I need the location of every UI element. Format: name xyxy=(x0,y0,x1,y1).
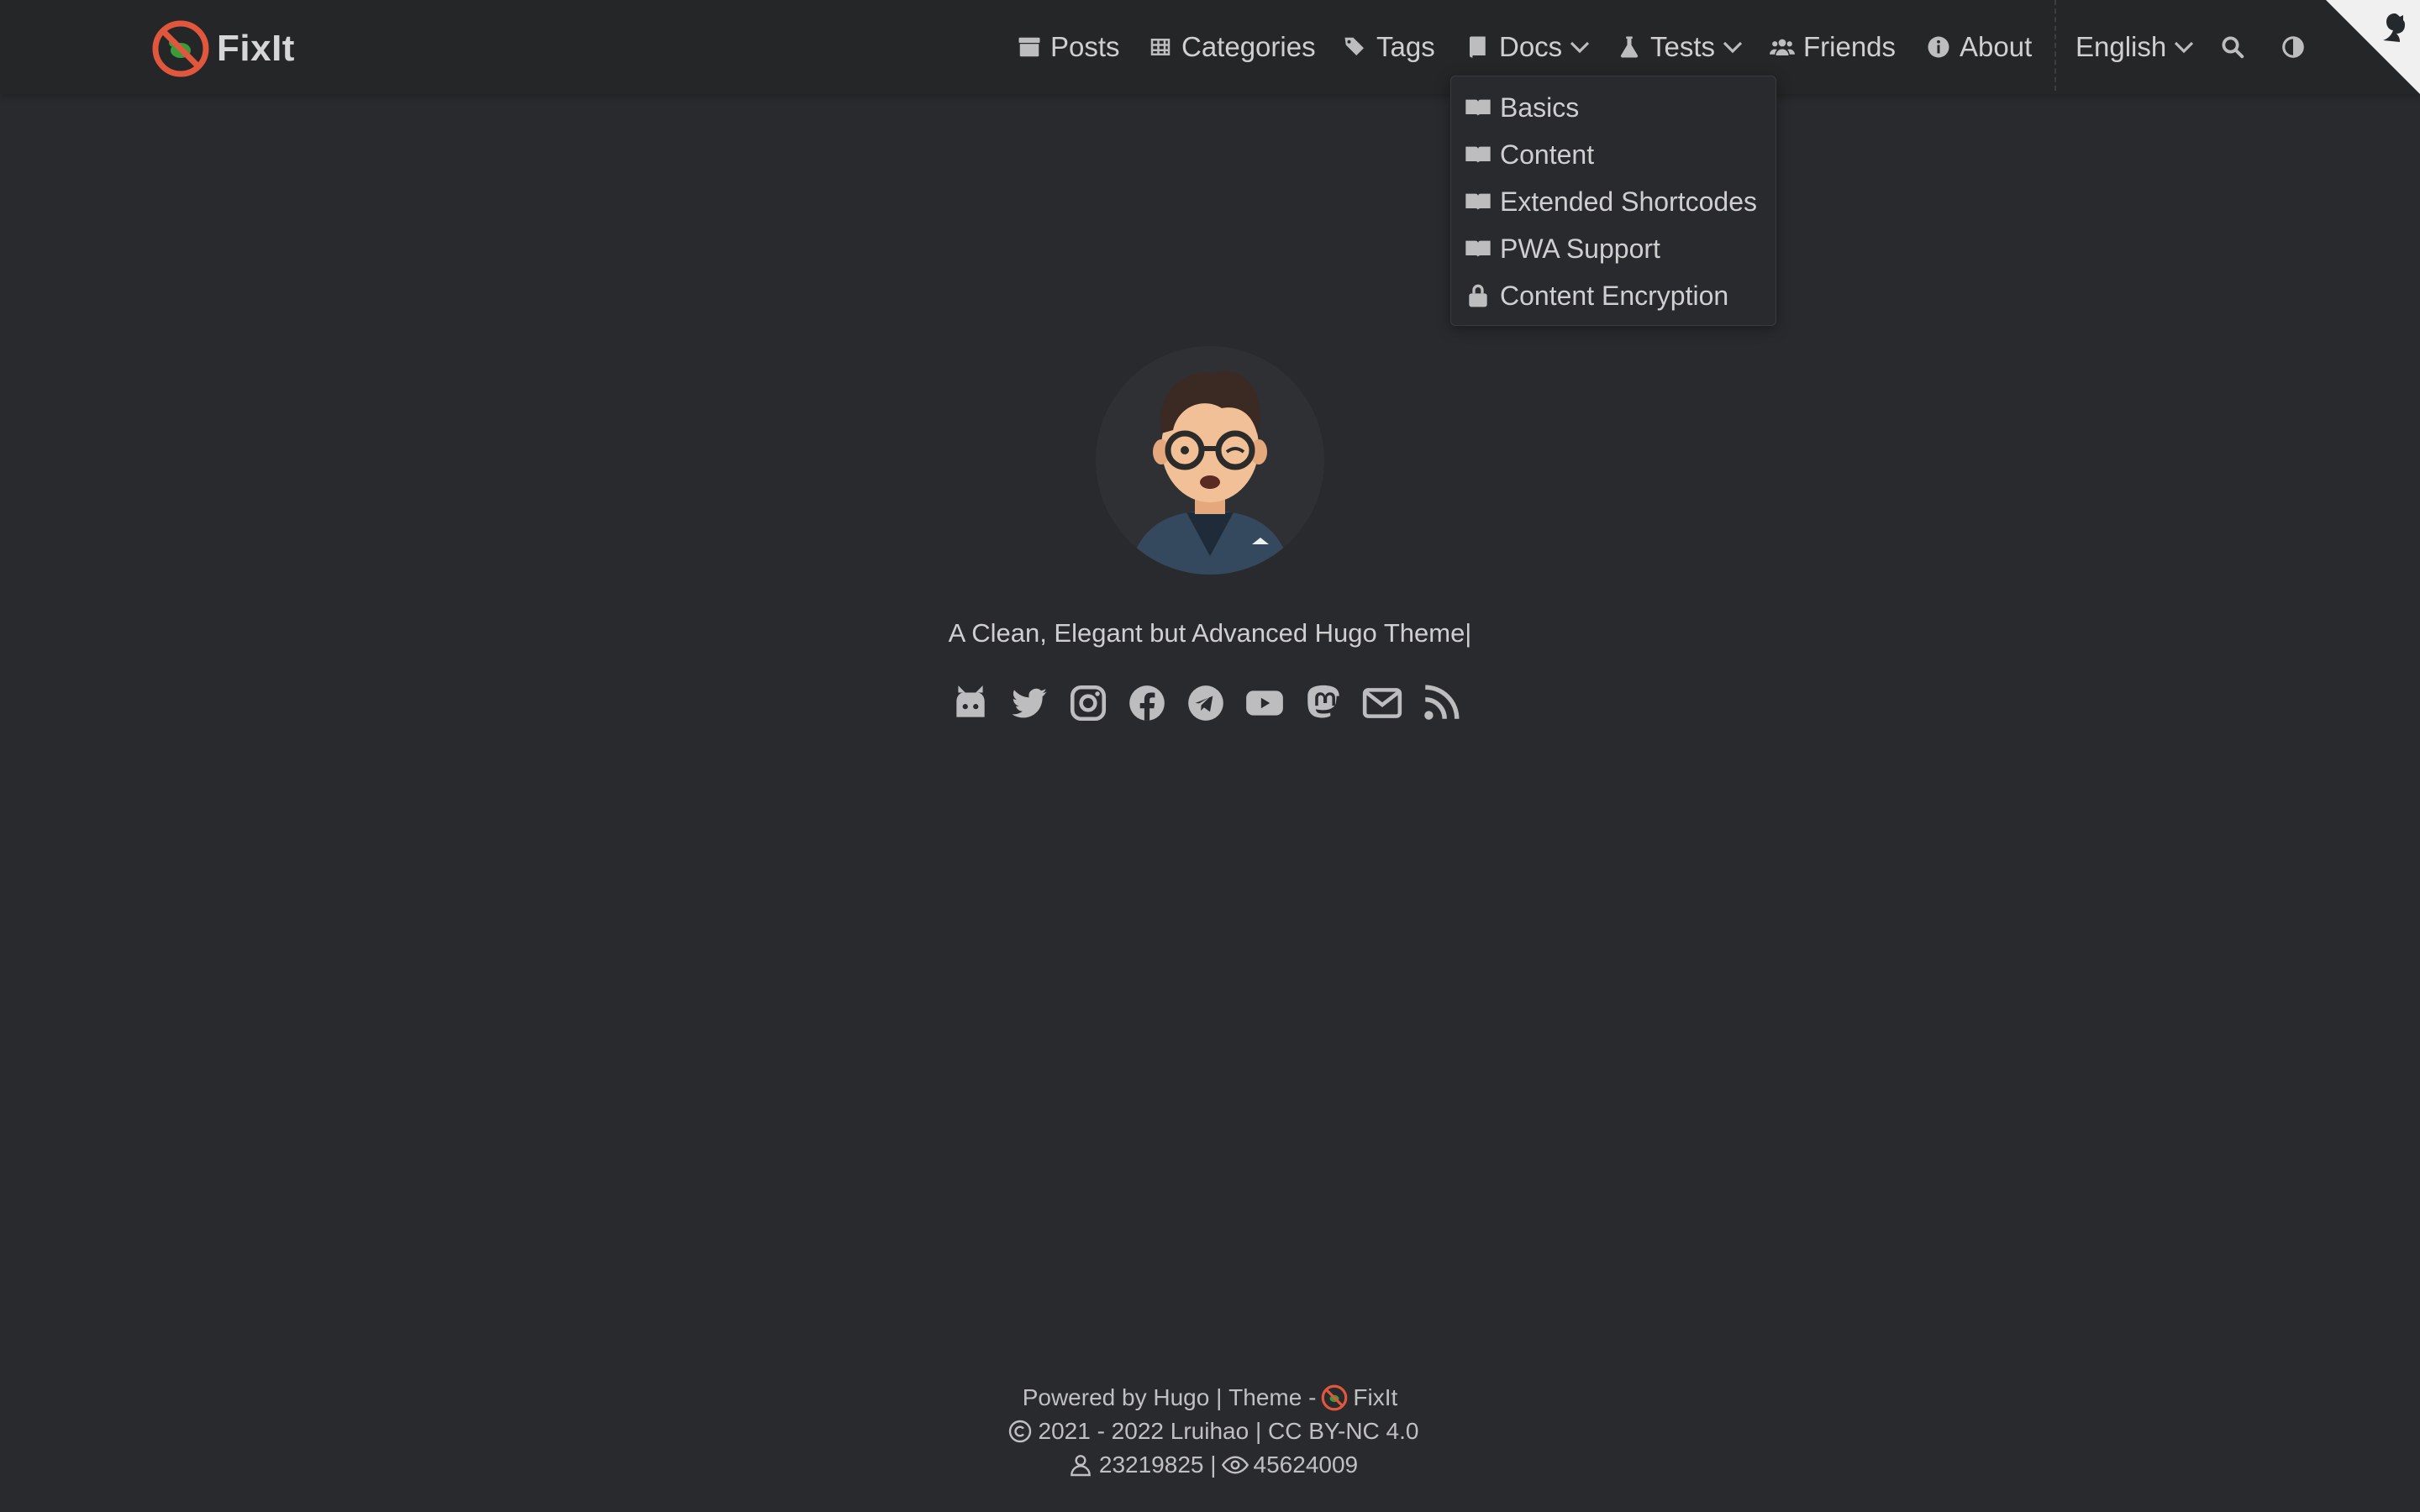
footer-copyright-line: 2021 - 2022 Lruihao | CC BY-NC 4.0 xyxy=(0,1418,2420,1445)
footer-copyright-years: 2021 - 2022 xyxy=(1038,1418,1164,1444)
social-email[interactable] xyxy=(1361,682,1403,724)
info-circle-icon xyxy=(1928,36,1949,58)
facebook-icon xyxy=(1129,685,1165,721)
footer-author-link[interactable]: Lruihao xyxy=(1171,1418,1249,1445)
docs-menu-item-pwa-support[interactable]: PWA Support xyxy=(1465,228,1660,270)
search-icon xyxy=(2222,36,2244,59)
footer-separator: | xyxy=(1210,1452,1217,1478)
rss-icon xyxy=(1424,685,1460,720)
docs-menu-item-content-encryption[interactable]: Content Encryption xyxy=(1465,275,1728,317)
language-label: English xyxy=(2075,31,2167,62)
social-youtube[interactable] xyxy=(1244,682,1286,724)
footer-license-link[interactable]: CC BY-NC 4.0 xyxy=(1268,1418,1418,1445)
social-rss[interactable] xyxy=(1420,682,1462,724)
docs-menu-label: Basics xyxy=(1500,92,1580,123)
nav-divider xyxy=(2054,0,2056,91)
search-button[interactable] xyxy=(2220,25,2254,69)
nav-categories-label: Categories xyxy=(1181,31,1316,62)
docs-menu-item-content[interactable]: Content xyxy=(1465,134,1594,176)
social-mastodon[interactable] xyxy=(1302,682,1344,724)
email-icon xyxy=(1362,688,1402,718)
social-twitter[interactable] xyxy=(1008,682,1050,724)
site-header: FixIt Posts Categories Tags Docs Tests F… xyxy=(0,0,2420,94)
social-github[interactable] xyxy=(950,682,992,724)
twitter-icon xyxy=(1012,688,1047,718)
nav-posts-label: Posts xyxy=(1050,31,1120,62)
lock-icon xyxy=(1469,284,1487,307)
footer-powered-by: Powered by xyxy=(1022,1384,1147,1410)
site-title: FixIt xyxy=(217,28,295,69)
nav-tests[interactable]: Tests xyxy=(1617,25,1754,69)
archive-icon xyxy=(1018,37,1040,57)
avatar xyxy=(1096,346,1324,575)
docs-menu-label: PWA Support xyxy=(1500,233,1660,264)
nav-docs-label: Docs xyxy=(1499,31,1563,62)
docs-menu-label: Extended Shortcodes xyxy=(1500,186,1757,217)
site-logo[interactable]: FixIt xyxy=(151,20,295,77)
nav-docs[interactable]: Docs xyxy=(1465,25,1601,69)
theme-toggle-button[interactable] xyxy=(2281,25,2314,69)
docs-menu-item-extended-shortcodes[interactable]: Extended Shortcodes xyxy=(1465,181,1757,223)
flask-icon xyxy=(1620,36,1639,58)
youtube-icon xyxy=(1246,690,1283,716)
eye-icon xyxy=(1221,1456,1249,1474)
nav-friends-label: Friends xyxy=(1803,31,1897,62)
nav-posts[interactable]: Posts xyxy=(1017,25,1120,69)
social-telegram[interactable] xyxy=(1185,682,1227,724)
mastodon-icon xyxy=(1307,685,1339,718)
fixit-logo-icon xyxy=(1322,1384,1348,1411)
docs-menu-item-basics[interactable]: Basics xyxy=(1465,87,1579,129)
nav-about[interactable]: About xyxy=(1926,25,2032,69)
docs-menu-label: Content xyxy=(1500,139,1595,170)
docs-menu-label: Content Encryption xyxy=(1500,280,1729,311)
social-facebook[interactable] xyxy=(1126,682,1168,724)
user-icon xyxy=(1071,1455,1091,1477)
tags-icon xyxy=(1344,37,1364,55)
language-select[interactable]: English xyxy=(2075,25,2205,69)
docs-dropdown-menu: Basics Content Extended Shortcodes PWA S… xyxy=(1450,76,1776,326)
github-corner[interactable] xyxy=(2326,0,2420,94)
nav-tags[interactable]: Tags xyxy=(1343,25,1435,69)
fixit-logo-icon xyxy=(152,20,209,77)
book-open-icon xyxy=(1465,240,1491,257)
grid-icon xyxy=(1150,39,1171,55)
nav-tests-label: Tests xyxy=(1650,31,1716,62)
book-open-icon xyxy=(1465,99,1491,116)
chevron-down-icon xyxy=(2175,41,2194,54)
chevron-down-icon xyxy=(1570,41,1590,54)
footer-view-count: 45624009 xyxy=(1253,1452,1359,1478)
footer-powered-line: Powered by Hugo | Theme - FixIt xyxy=(0,1384,2420,1411)
nav-tags-label: Tags xyxy=(1376,31,1435,62)
footer-separator: | xyxy=(1216,1384,1223,1410)
book-open-icon xyxy=(1465,193,1491,210)
footer-theme-label: Theme - xyxy=(1228,1384,1317,1410)
nav-categories[interactable]: Categories xyxy=(1148,25,1316,69)
chevron-down-icon xyxy=(1723,41,1743,54)
footer-hugo-link[interactable]: Hugo xyxy=(1153,1384,1209,1411)
users-icon xyxy=(1770,39,1795,55)
book-icon xyxy=(1469,36,1486,58)
footer-visitor-count: 23219825 xyxy=(1098,1452,1204,1478)
avatar-image xyxy=(1096,346,1324,575)
nav-about-label: About xyxy=(1960,31,2033,62)
github-icon xyxy=(956,685,985,717)
nav-friends[interactable]: Friends xyxy=(1770,25,1896,69)
home-subtitle: A Clean, Elegant but Advanced Hugo Theme… xyxy=(948,618,1472,648)
book-open-icon xyxy=(1465,146,1491,163)
footer-separator: | xyxy=(1255,1418,1262,1444)
adjust-icon xyxy=(2282,36,2304,58)
instagram-icon xyxy=(1070,685,1107,722)
copyright-icon xyxy=(1008,1420,1031,1443)
social-instagram[interactable] xyxy=(1067,682,1109,724)
telegram-icon xyxy=(1188,685,1223,721)
github-octocat-icon xyxy=(2383,13,2405,42)
footer-theme-link[interactable]: FixIt xyxy=(1353,1384,1397,1411)
footer-stats-line: 23219825 | 45624009 xyxy=(0,1452,2420,1478)
